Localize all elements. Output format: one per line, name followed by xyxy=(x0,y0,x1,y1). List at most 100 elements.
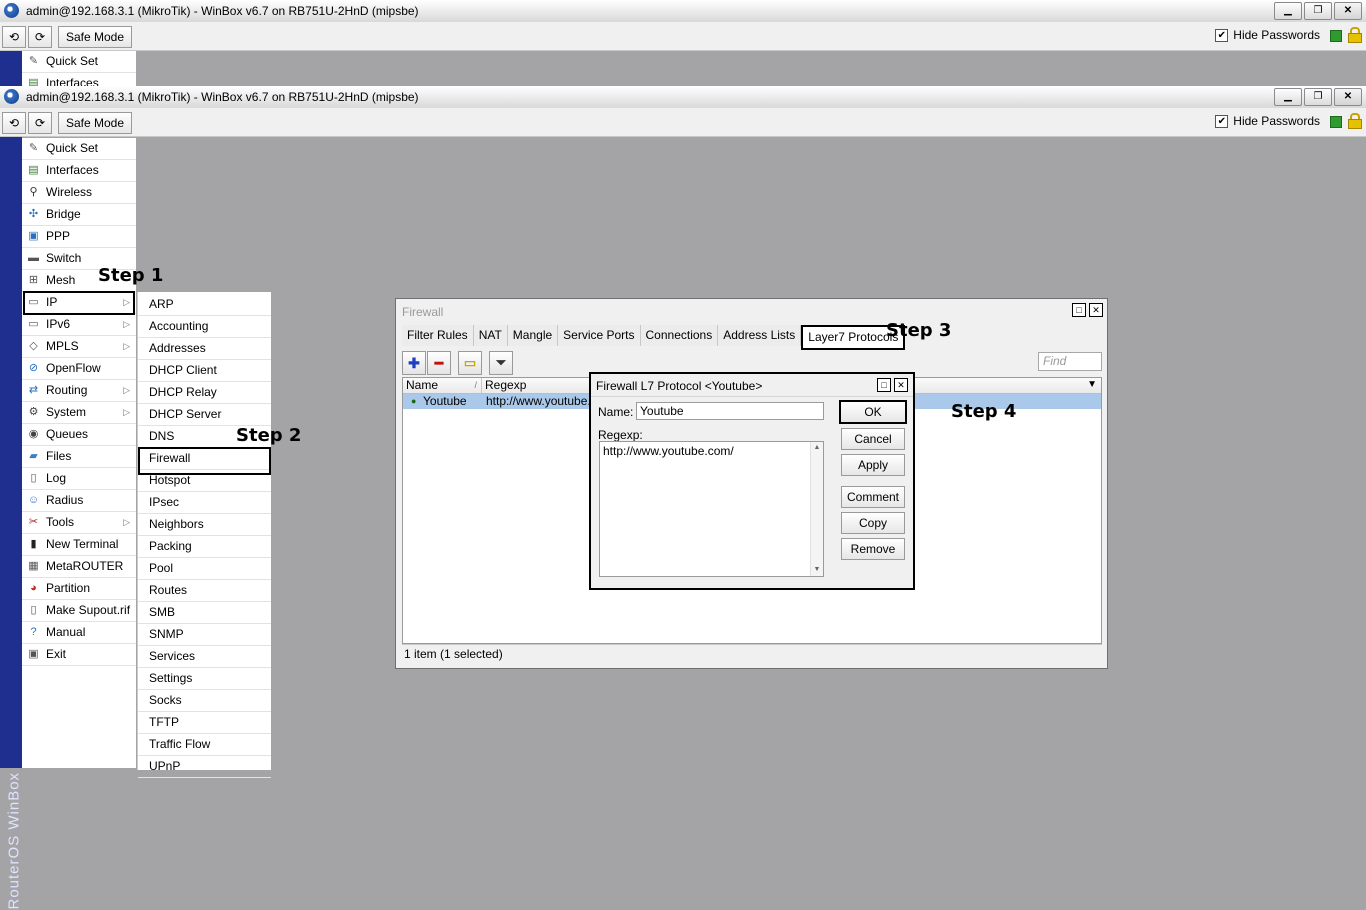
bg-menu-quick-set[interactable]: ✎ Quick Set xyxy=(22,51,136,73)
scroll-up-icon[interactable]: ▲ xyxy=(811,442,823,454)
sidebar-item-new-terminal[interactable]: ▮ New Terminal xyxy=(22,534,136,556)
hide-passwords-toggle[interactable]: ✔ Hide Passwords xyxy=(1215,28,1320,42)
ip-submenu-item-neighbors[interactable]: Neighbors xyxy=(138,514,271,536)
ip-submenu-item-dhcp-client[interactable]: DHCP Client xyxy=(138,360,271,382)
sidebar-item-tools[interactable]: ✂ Tools ▷ xyxy=(22,512,136,534)
ip-submenu-item-tftp[interactable]: TFTP xyxy=(138,712,271,734)
remove-icon[interactable]: ━ xyxy=(427,351,451,375)
ip-submenu-item-accounting[interactable]: Accounting xyxy=(138,316,271,338)
sidebar-item-metarouter[interactable]: ▦ MetaROUTER xyxy=(22,556,136,578)
sidebar-item-system[interactable]: ⚙ System ▷ xyxy=(22,402,136,424)
name-input[interactable]: Youtube xyxy=(636,402,824,420)
ip-submenu-item-smb[interactable]: SMB xyxy=(138,602,271,624)
undo-icon[interactable]: ⟲ xyxy=(2,26,26,48)
openflow-icon: ⊘ xyxy=(28,362,39,374)
maximize-icon[interactable]: □ xyxy=(1072,303,1086,317)
ip-submenu-item-socks[interactable]: Socks xyxy=(138,690,271,712)
background-window-titlebar[interactable]: admin@192.168.3.1 (MikroTik) - WinBox v6… xyxy=(0,0,1366,23)
wireless-icon: ⚲ xyxy=(29,186,38,198)
sidebar-item-exit[interactable]: ▣ Exit xyxy=(22,644,136,666)
ok-button[interactable]: OK xyxy=(839,400,907,424)
sidebar-item-ppp[interactable]: ▣ PPP xyxy=(22,226,136,248)
column-name[interactable]: Name / xyxy=(403,378,482,393)
add-icon[interactable]: ✚ xyxy=(402,351,426,375)
sidebar-item-label: Radius xyxy=(46,493,84,507)
sidebar-item-openflow[interactable]: ⊘ OpenFlow xyxy=(22,358,136,380)
ip-submenu-item-routes[interactable]: Routes xyxy=(138,580,271,602)
regexp-textarea[interactable]: http://www.youtube.com/ ▲ ▼ xyxy=(599,441,824,577)
minimize-button[interactable]: ▁ xyxy=(1274,2,1302,20)
maximize-button[interactable]: ❐ xyxy=(1304,2,1332,20)
sidebar-item-files[interactable]: ▰ Files xyxy=(22,446,136,468)
ip-submenu-item-packing[interactable]: Packing xyxy=(138,536,271,558)
sidebar-item-log[interactable]: ▯ Log xyxy=(22,468,136,490)
ip-submenu-item-services[interactable]: Services xyxy=(138,646,271,668)
sidebar-item-label: Log xyxy=(46,471,67,485)
ip-submenu-item-ipsec[interactable]: IPsec xyxy=(138,492,271,514)
sidebar-item-label: OpenFlow xyxy=(46,361,101,375)
ip-submenu-item-traffic-flow[interactable]: Traffic Flow xyxy=(138,734,271,756)
copy-button[interactable]: Copy xyxy=(841,512,905,534)
apply-button[interactable]: Apply xyxy=(841,454,905,476)
comment-button[interactable]: Comment xyxy=(841,486,905,508)
ip-submenu-item-addresses[interactable]: Addresses xyxy=(138,338,271,360)
queues-icon: ◉ xyxy=(28,428,39,440)
sidebar-item-make-supout-rif[interactable]: ▯ Make Supout.rif xyxy=(22,600,136,622)
find-input[interactable]: Find xyxy=(1038,352,1102,371)
sidebar-item-wireless[interactable]: ⚲ Wireless xyxy=(22,182,136,204)
hide-passwords-checkbox[interactable]: ✔ xyxy=(1215,114,1229,128)
scroll-down-icon[interactable]: ▼ xyxy=(811,564,823,576)
ip-submenu-item-settings[interactable]: Settings xyxy=(138,668,271,690)
minimize-button[interactable]: ▁ xyxy=(1274,88,1302,106)
sidebar-item-radius[interactable]: ☺ Radius xyxy=(22,490,136,512)
sidebar-item-partition[interactable]: ◕ Partition xyxy=(22,578,136,600)
remove-button[interactable]: Remove xyxy=(841,538,905,560)
ip-submenu-item-dhcp-server[interactable]: DHCP Server xyxy=(138,404,271,426)
comment-icon[interactable]: ▭ xyxy=(458,351,482,375)
redo-icon[interactable]: ⟳ xyxy=(28,26,52,48)
undo-icon[interactable]: ⟲ xyxy=(2,112,26,134)
sidebar-item-manual[interactable]: ? Manual xyxy=(22,622,136,644)
sidebar-item-bridge[interactable]: ✣ Bridge xyxy=(22,204,136,226)
firewall-titlebar[interactable]: Firewall □ ✕ xyxy=(396,299,1107,322)
close-button[interactable]: ✕ xyxy=(1334,88,1362,106)
tab-service-ports[interactable]: Service Ports xyxy=(558,325,641,346)
ip-submenu-item-pool[interactable]: Pool xyxy=(138,558,271,580)
sidebar-item-mpls[interactable]: ◇ MPLS ▷ xyxy=(22,336,136,358)
hide-passwords-checkbox[interactable]: ✔ xyxy=(1215,28,1229,42)
ip-submenu-item-upnp[interactable]: UPnP xyxy=(138,756,271,778)
ip-submenu-item-arp[interactable]: ARP xyxy=(138,294,271,316)
maximize-icon[interactable]: □ xyxy=(877,378,891,392)
hide-passwords-toggle[interactable]: ✔ Hide Passwords xyxy=(1215,114,1320,128)
ip-submenu-item-dhcp-relay[interactable]: DHCP Relay xyxy=(138,382,271,404)
sidebar-item-routing[interactable]: ⇄ Routing ▷ xyxy=(22,380,136,402)
ip-submenu-item-snmp[interactable]: SNMP xyxy=(138,624,271,646)
close-icon[interactable]: ✕ xyxy=(1089,303,1103,317)
tab-mangle[interactable]: Mangle xyxy=(507,325,559,346)
regexp-value: http://www.youtube.com/ xyxy=(603,444,734,458)
main-window-titlebar[interactable]: admin@192.168.3.1 (MikroTik) - WinBox v6… xyxy=(0,86,1366,109)
tab-nat[interactable]: NAT xyxy=(473,325,508,346)
sidebar-item-interfaces[interactable]: ▤ Interfaces xyxy=(22,160,136,182)
filter-icon[interactable]: ⏷ xyxy=(489,351,513,375)
close-button[interactable]: ✕ xyxy=(1334,2,1362,20)
redo-icon[interactable]: ⟳ xyxy=(28,112,52,134)
cancel-button[interactable]: Cancel xyxy=(841,428,905,450)
bg-menu-interfaces[interactable]: ▤ Interfaces xyxy=(22,73,136,87)
tab-connections[interactable]: Connections xyxy=(640,325,719,346)
hide-passwords-label: Hide Passwords xyxy=(1233,114,1320,128)
tab-address-lists[interactable]: Address Lists xyxy=(718,325,802,346)
close-icon[interactable]: ✕ xyxy=(894,378,908,392)
column-chooser-icon[interactable]: ▼ xyxy=(1087,379,1097,390)
dialog-titlebar[interactable]: Firewall L7 Protocol <Youtube> □ ✕ xyxy=(591,374,913,397)
tab-filter-rules[interactable]: Filter Rules xyxy=(402,325,474,346)
safe-mode-button[interactable]: Safe Mode xyxy=(58,26,132,48)
sidebar-item-queues[interactable]: ◉ Queues xyxy=(22,424,136,446)
sidebar-item-quick-set[interactable]: ✎ Quick Set xyxy=(22,138,136,160)
sidebar-item-label: MPLS xyxy=(46,339,79,353)
sidebar-item-ipv6[interactable]: ▭ IPv6 ▷ xyxy=(22,314,136,336)
tools-icon: ✂ xyxy=(28,516,39,528)
regexp-scrollbar[interactable]: ▲ ▼ xyxy=(810,442,823,576)
safe-mode-button[interactable]: Safe Mode xyxy=(58,112,132,134)
maximize-button[interactable]: ❐ xyxy=(1304,88,1332,106)
